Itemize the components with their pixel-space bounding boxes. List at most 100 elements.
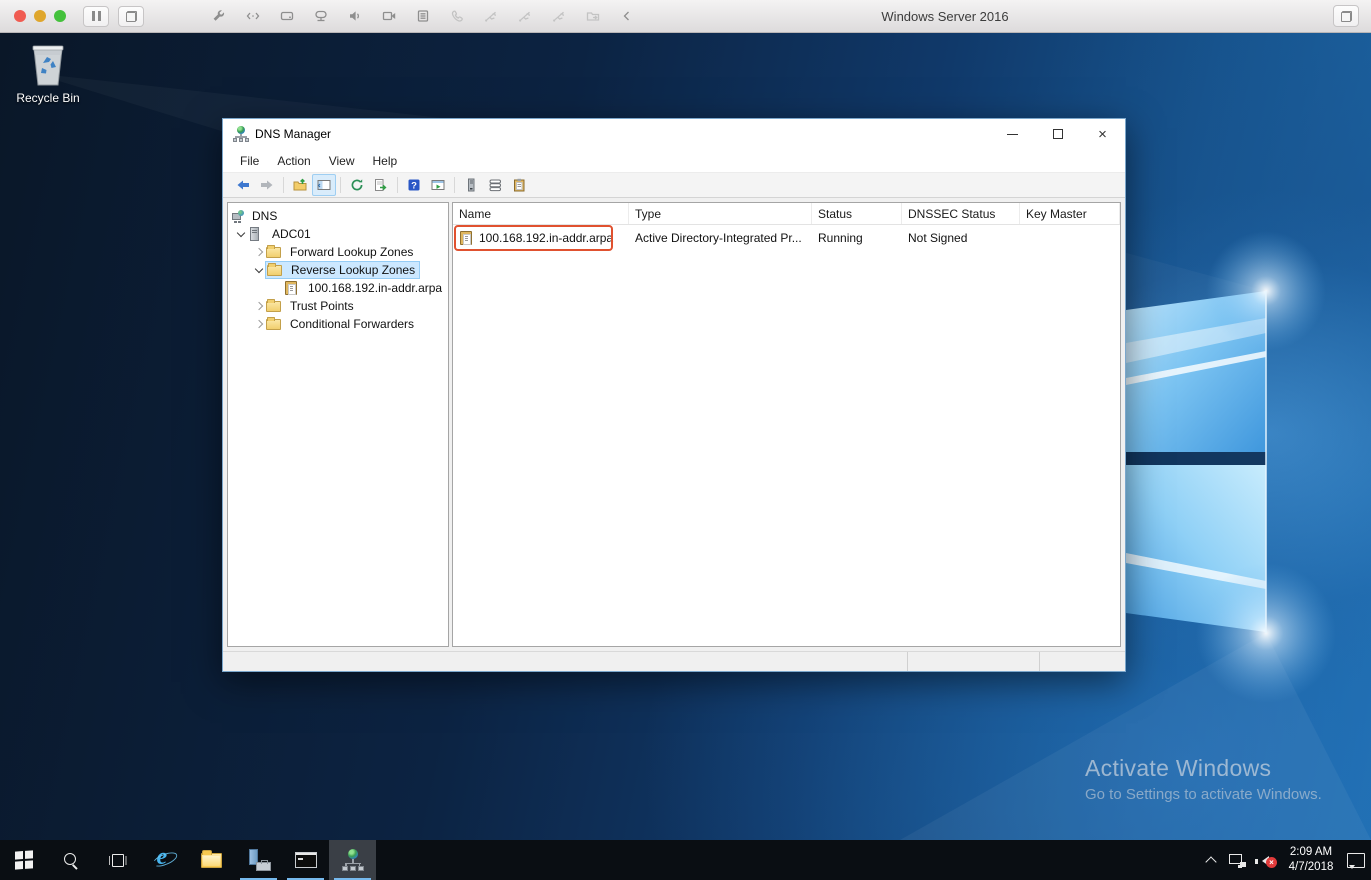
tree-item-forward-lookup-zones[interactable]: Forward Lookup Zones xyxy=(228,243,448,261)
snapshot-icon xyxy=(125,10,137,22)
zone-icon xyxy=(284,281,300,295)
pause-vm-button[interactable] xyxy=(83,5,109,27)
status-section xyxy=(907,652,1039,671)
menu-action[interactable]: Action xyxy=(268,151,319,171)
wrench-icon[interactable] xyxy=(202,5,236,27)
screen: Windows Server 2016 Recycle Bin Activate… xyxy=(0,0,1371,880)
command-prompt-button[interactable] xyxy=(282,840,329,880)
internet-explorer-button[interactable]: e xyxy=(141,840,188,880)
folder-icon xyxy=(266,317,282,331)
show-console-tree-button[interactable] xyxy=(312,174,336,196)
windows-view-button[interactable] xyxy=(1333,5,1359,27)
back-button[interactable] xyxy=(231,174,255,196)
status-section xyxy=(1039,652,1125,671)
menu-view[interactable]: View xyxy=(320,151,364,171)
code-icon[interactable] xyxy=(236,5,270,27)
file-explorer-button[interactable] xyxy=(188,840,235,880)
tree-item-label: Trust Points xyxy=(290,299,354,313)
forward-button[interactable] xyxy=(255,174,279,196)
clipboard-button[interactable] xyxy=(507,174,531,196)
search-button[interactable] xyxy=(47,840,94,880)
column-header-name[interactable]: Name xyxy=(453,203,629,224)
create-record-button[interactable] xyxy=(459,174,483,196)
chevron-down-icon[interactable] xyxy=(252,264,266,273)
task-view-icon xyxy=(108,853,127,867)
refresh-button[interactable] xyxy=(345,174,369,196)
tree-item-reverse-lookup-zones[interactable]: Reverse Lookup Zones xyxy=(228,261,448,279)
maximize-window-button[interactable] xyxy=(1035,119,1080,149)
tree-item-trust-points[interactable]: Trust Points xyxy=(228,297,448,315)
hard-disk-icon[interactable] xyxy=(270,5,304,27)
folder-icon xyxy=(267,263,283,277)
vm-window-controls xyxy=(14,10,74,22)
vm-title: Windows Server 2016 xyxy=(881,8,1009,24)
security-camera-icon[interactable] xyxy=(304,5,338,27)
window-title: DNS Manager xyxy=(255,127,332,141)
clock[interactable]: 2:09 AM 4/7/2018 xyxy=(1285,845,1337,875)
zoom-button[interactable] xyxy=(54,10,66,22)
toolbar-separator xyxy=(340,177,341,193)
usb-device-1-icon[interactable] xyxy=(474,5,508,27)
close-button[interactable] xyxy=(14,10,26,22)
zone-row[interactable]: 100.168.192.in-addr.arpa Active Director… xyxy=(453,225,1120,251)
tree-item-adc01[interactable]: ADC01 xyxy=(228,225,448,243)
dns-manager-icon xyxy=(341,849,364,871)
start-button[interactable] xyxy=(0,840,47,880)
usb-device-3-icon[interactable] xyxy=(542,5,576,27)
tray-expand-icon[interactable] xyxy=(1206,855,1216,865)
video-camera-icon[interactable] xyxy=(372,5,406,27)
menu-file[interactable]: File xyxy=(231,151,268,171)
windows-logo-icon xyxy=(14,850,33,870)
dns-manager-taskbar-button[interactable] xyxy=(329,840,376,880)
properties-list-button[interactable] xyxy=(483,174,507,196)
window-titlebar[interactable]: DNS Manager × xyxy=(223,119,1125,149)
menu-help[interactable]: Help xyxy=(364,151,407,171)
tree-item-dns[interactable]: DNS xyxy=(228,207,448,225)
snapshot-button[interactable] xyxy=(118,5,144,27)
chevron-right-icon[interactable] xyxy=(252,301,266,311)
recycle-bin[interactable]: Recycle Bin xyxy=(6,41,90,105)
recycle-bin-icon xyxy=(29,41,67,87)
watermark-subtitle: Go to Settings to activate Windows. xyxy=(1085,786,1322,803)
volume-icon[interactable] xyxy=(338,5,372,27)
tray-time: 2:09 AM xyxy=(1289,846,1333,859)
zone-list-panel[interactable]: Name Type Status DNSSEC Status Key Maste… xyxy=(452,202,1121,647)
zone-dnssec-status: Not Signed xyxy=(908,231,968,245)
action-center-icon[interactable] xyxy=(1347,852,1365,869)
column-header-status[interactable]: Status xyxy=(812,203,902,224)
collapse-chevron-icon[interactable] xyxy=(610,5,644,27)
tree-item-label: 100.168.192.in-addr.arpa xyxy=(308,281,443,295)
export-list-button[interactable] xyxy=(369,174,393,196)
usb-device-2-icon[interactable] xyxy=(508,5,542,27)
tray-date: 4/7/2018 xyxy=(1288,861,1334,873)
chevron-right-icon[interactable] xyxy=(252,319,266,329)
show-window-button[interactable] xyxy=(426,174,450,196)
chevron-right-icon[interactable] xyxy=(252,247,266,257)
pause-icon xyxy=(91,11,101,21)
desktop[interactable]: Recycle Bin Activate Windows Go to Setti… xyxy=(0,33,1371,840)
server-list-icon[interactable] xyxy=(406,5,440,27)
recycle-bin-label: Recycle Bin xyxy=(16,91,80,105)
column-header-type[interactable]: Type xyxy=(629,203,812,224)
tree-item-reverse-zone[interactable]: 100.168.192.in-addr.arpa xyxy=(228,279,448,297)
column-header-key-master[interactable]: Key Master xyxy=(1020,203,1120,224)
list-header: Name Type Status DNSSEC Status Key Maste… xyxy=(453,203,1120,225)
up-one-level-button[interactable] xyxy=(288,174,312,196)
console-tree-panel[interactable]: DNS ADC01 Forward Lookup Zones Reverse L… xyxy=(227,202,449,647)
help-button[interactable]: ? xyxy=(402,174,426,196)
minimize-button[interactable] xyxy=(34,10,46,22)
file-explorer-icon xyxy=(201,849,222,868)
network-icon[interactable] xyxy=(1229,853,1246,867)
minimize-window-button[interactable] xyxy=(990,119,1035,149)
command-prompt-icon xyxy=(294,852,317,868)
task-view-button[interactable] xyxy=(94,840,141,880)
tree-item-conditional-forwarders[interactable]: Conditional Forwarders xyxy=(228,315,448,333)
column-header-dnssec-status[interactable]: DNSSEC Status xyxy=(902,203,1020,224)
close-window-button[interactable]: × xyxy=(1080,119,1125,149)
volume-muted-icon[interactable]: × xyxy=(1255,852,1277,868)
tree-item-label: ADC01 xyxy=(272,227,311,241)
chevron-down-icon[interactable] xyxy=(234,228,248,237)
server-manager-button[interactable] xyxy=(235,840,282,880)
phone-icon[interactable] xyxy=(440,5,474,27)
shared-folder-icon[interactable] xyxy=(576,5,610,27)
